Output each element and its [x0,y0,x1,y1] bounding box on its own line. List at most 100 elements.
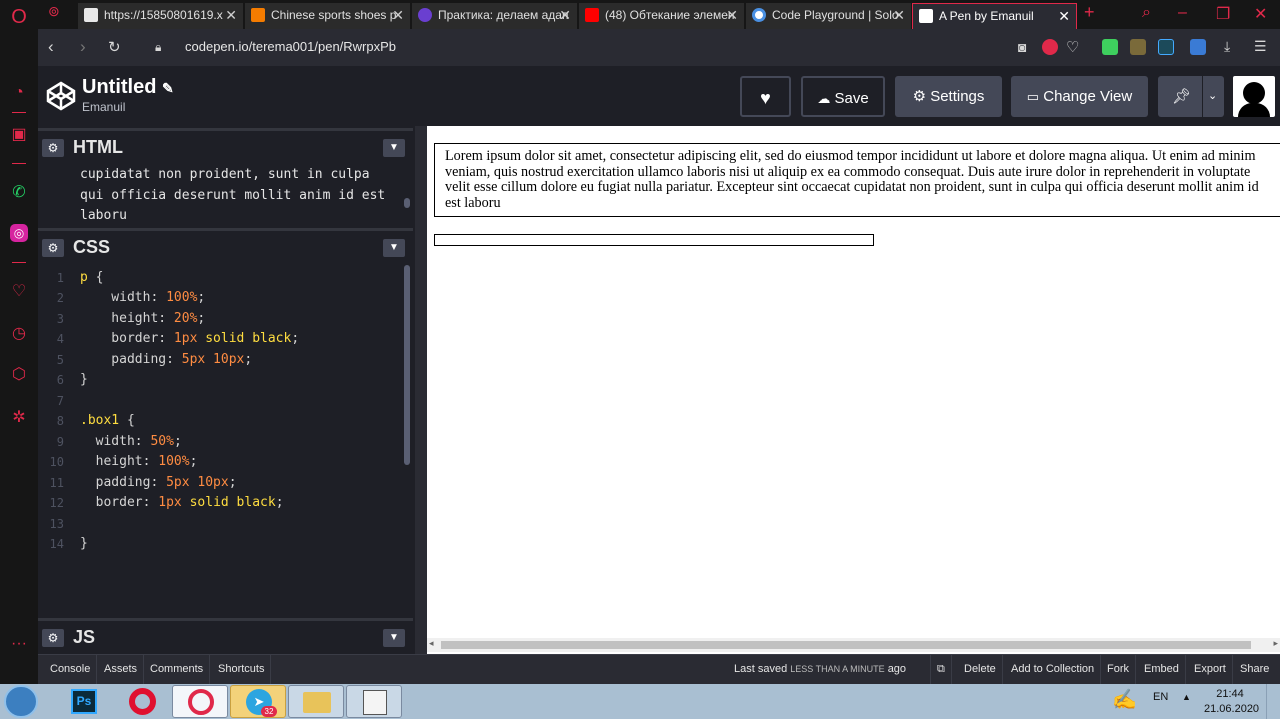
browser-tab[interactable]: Chinese sports shoes p ✕ [245,3,411,29]
opera-taskbar-item[interactable] [114,685,170,718]
more-dots-icon[interactable]: ··· [8,633,30,655]
tab-close-icon[interactable]: ✕ [726,3,738,27]
code-line: border: 1px solid black; [80,495,284,510]
embed-button[interactable]: Embed [1138,655,1186,684]
html-code-area[interactable]: cupidatat non proident, sunt in culpa qu… [80,165,400,227]
bookmark-heart-icon[interactable]: ♡ [1066,38,1079,56]
explorer-taskbar-item[interactable] [288,685,344,718]
pen-input-icon[interactable]: ✍ [1112,687,1140,715]
browser-tab-active[interactable]: A Pen by Emanuil ✕ [912,3,1077,29]
save-button[interactable]: ☁ Save [801,76,885,117]
tab-close-icon[interactable]: ✕ [893,3,905,27]
css-settings-gear-icon[interactable]: ⚙ [42,239,64,257]
history-icon[interactable]: ◷ [8,323,30,345]
back-icon[interactable]: ‹ [48,37,54,57]
js-editor-title: JS [73,627,96,647]
pen-title[interactable]: Untitled ✎ [82,76,174,99]
scroll-left-icon[interactable]: ◂ [429,638,434,649]
clock[interactable]: 21:44 21.06.2020 [1204,687,1259,717]
snapshot-icon[interactable]: ◙ [1018,39,1026,55]
comments-button[interactable]: Comments [144,655,211,684]
reload-icon[interactable]: ↻ [108,38,121,56]
twitch-icon[interactable]: ▣ [8,124,30,146]
chevron-down-icon[interactable]: ▼ [383,139,405,157]
maximize-icon[interactable]: ❐ [1216,4,1230,24]
minimize-icon[interactable]: – [1178,4,1187,22]
css-code-area[interactable]: 1 2 3 4 5 6 7 8 9 10 11 12 13 14 p { wid… [38,265,413,625]
heart-icon[interactable]: ♡ [8,281,30,303]
pin-button[interactable]: 📌︎ ⌄ [1158,76,1224,117]
telegram-badge: 32 [261,706,277,717]
opera-logo-icon[interactable]: O [8,6,30,28]
avatar[interactable] [1233,76,1275,117]
chevron-down-icon[interactable]: ▼ [383,239,405,257]
html-settings-gear-icon[interactable]: ⚙ [42,139,64,157]
css-editor-header: ⚙ CSS ▼ [38,228,413,266]
settings-button[interactable]: ⚙ Settings [895,76,1002,117]
js-settings-gear-icon[interactable]: ⚙ [42,629,64,647]
gamepad-icon[interactable]: ⊚ [48,3,60,20]
pen-author[interactable]: Emanuil [82,100,125,114]
browser-tab[interactable]: Code Playground | Solo ✕ [746,3,912,29]
tab-close-icon[interactable]: ✕ [559,3,571,27]
whatsapp-icon[interactable]: ✆ [8,182,30,204]
panel-resizer[interactable] [415,126,427,654]
share-button[interactable]: Share [1234,655,1275,684]
cube-extension-icon[interactable] [1130,39,1146,55]
assets-button[interactable]: Assets [98,655,145,684]
delete-button[interactable]: Delete [958,655,1003,684]
search-tabs-icon[interactable]: ⌕ [1142,4,1151,22]
url-field[interactable]: codepen.io/terema001/pen/RwrpxPb [185,39,396,54]
love-button[interactable]: ♥ [740,76,791,117]
edit-pencil-icon[interactable]: ✎ [162,80,174,96]
tab-close-icon[interactable]: ✕ [225,3,237,27]
fork-button[interactable]: Fork [1101,655,1136,684]
photoshop-taskbar-item[interactable]: Ps [56,685,112,718]
new-tab-icon[interactable]: + [1084,2,1095,23]
open-external-icon[interactable]: ⧉ [930,655,952,684]
shield-icon[interactable] [1042,39,1058,55]
nl-extension-icon[interactable] [1190,39,1206,55]
telegram-taskbar-item[interactable]: ➤ 32 [230,685,286,718]
gear-icon: ⚙ [912,88,927,105]
close-window-icon[interactable]: ✕ [1254,4,1267,24]
console-button[interactable]: Console [44,655,98,684]
tab-favicon-icon [418,8,432,22]
tab-close-icon[interactable]: ✕ [1058,4,1070,28]
browser-tab[interactable]: https://15850801619.x ✕ [78,3,244,29]
scroll-right-icon[interactable]: ▸ [1273,638,1278,649]
add-to-collection-button[interactable]: Add to Collection [1005,655,1102,684]
chevron-down-icon[interactable]: ▼ [383,629,405,647]
export-button[interactable]: Export [1188,655,1233,684]
shortcuts-button[interactable]: Shortcuts [212,655,272,684]
layout-icon: ▭ [1026,89,1040,104]
change-view-button[interactable]: ▭ Change View [1011,76,1148,117]
tab-close-icon[interactable]: ✕ [392,3,404,27]
language-indicator[interactable]: EN [1153,691,1168,703]
download-icon[interactable]: ⤓ [1224,38,1230,55]
show-desktop-button[interactable] [1266,684,1280,719]
preview-horizontal-scrollbar[interactable]: ◂ ▸ [427,638,1280,652]
css-scrollbar[interactable] [404,265,410,465]
browser-tab[interactable]: Практика: делаем адап ✕ [412,3,578,29]
forward-icon[interactable]: › [80,37,86,57]
easy-setup-icon[interactable]: ☰ [1254,38,1267,55]
settings-gear-icon[interactable]: ✲ [8,407,30,429]
windows-start-icon[interactable] [4,685,38,718]
html-scrollbar[interactable] [404,198,410,208]
browser-tab[interactable]: (48) Обтекание элемен ✕ [579,3,745,29]
cube-icon[interactable]: ⬡ [8,364,30,386]
tray-expand-icon[interactable]: ▲ [1182,692,1191,702]
scroll-thumb[interactable] [441,641,1251,649]
n-extension-icon[interactable] [1158,39,1174,55]
code-line: height: 100%; [80,454,198,469]
speed-dial-icon[interactable]: ◔ [8,82,30,104]
preview-paragraph: Lorem ipsum dolor sit amet, consectetur … [434,143,1280,217]
codepen-logo-icon[interactable] [46,81,76,111]
windows-taskbar: Ps ➤ 32 ✍ EN ▲ 21:44 21.06.2020 [0,684,1280,719]
instagram-icon[interactable]: ◎ [10,224,28,242]
code-line: p { [80,270,104,285]
chart-app-taskbar-item[interactable] [346,685,402,718]
opera-gx-taskbar-item[interactable] [172,685,228,718]
vpn-extension-icon[interactable] [1102,39,1118,55]
